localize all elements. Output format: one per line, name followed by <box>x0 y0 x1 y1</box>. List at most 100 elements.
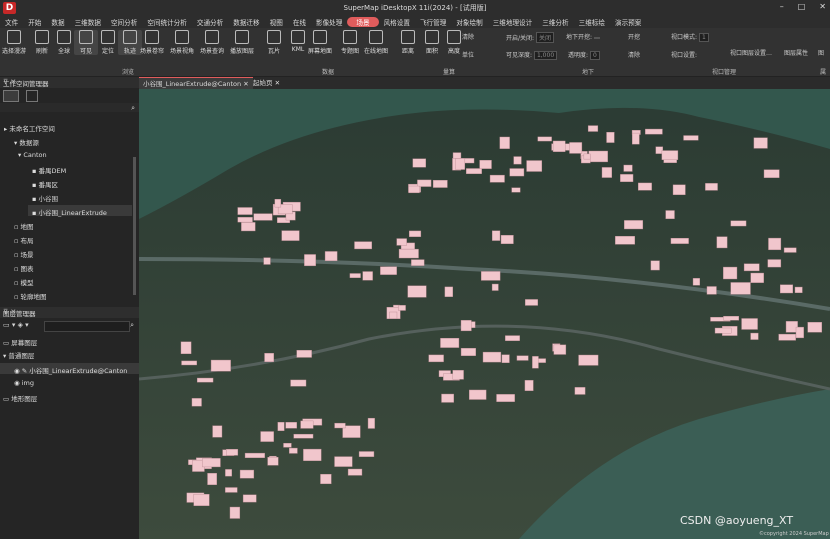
building <box>460 320 472 332</box>
menu-item-8[interactable]: 视图 <box>265 17 288 27</box>
menu-item-10[interactable]: 影像处理 <box>311 17 347 27</box>
menu-item-16[interactable]: 三维分析 <box>537 17 573 27</box>
layer-visibility-icon[interactable]: ▭ <box>3 395 11 403</box>
group-label-data: 数据 <box>322 69 335 76</box>
building <box>398 305 406 311</box>
menu-item-18[interactable]: 演示预案 <box>610 17 646 27</box>
menu-item-14[interactable]: 对象绘制 <box>451 17 487 27</box>
menu-item-1[interactable]: 开始 <box>23 17 46 27</box>
ribbon-button-12[interactable]: 屏幕地面 <box>308 30 332 55</box>
menu-item-17[interactable]: 三维标绘 <box>574 17 610 27</box>
ribbon-button-11[interactable]: KML <box>286 30 310 53</box>
workspace-node-12[interactable]: ▫ 轮廓地图 <box>14 291 46 301</box>
building <box>281 230 300 241</box>
transparency-input[interactable]: 0 <box>589 51 600 60</box>
ribbon-label-11: KML <box>291 46 305 53</box>
view-mode-select[interactable]: 1 <box>698 33 709 42</box>
menu-item-6[interactable]: 交通分析 <box>192 17 228 27</box>
workspace-view-icon[interactable] <box>3 90 19 102</box>
layer-node-0[interactable]: ▭ 屏幕图层 <box>3 337 37 347</box>
menu-item-5[interactable]: 空间统计分析 <box>142 17 192 27</box>
layer-control-button[interactable]: 图 <box>818 48 824 57</box>
on-off-select[interactable]: 关闭 <box>535 32 554 43</box>
workspace-node-4[interactable]: ▪ 番禺区 <box>32 179 58 189</box>
layer-node-4[interactable]: ▭ 地形图层 <box>3 393 37 403</box>
ribbon-button-3[interactable]: 可见 <box>74 30 98 55</box>
workspace-node-1[interactable]: ▾ 数据源 <box>14 137 39 147</box>
ribbon-button-7[interactable]: 场景视角 <box>170 30 194 55</box>
menu-item-2[interactable]: 数据 <box>46 17 69 27</box>
workspace-node-7[interactable]: ▫ 地图 <box>14 221 33 231</box>
excavate-button[interactable]: 开挖 <box>628 32 640 41</box>
view-layer-setting-button[interactable]: 视口图层设置… <box>730 48 772 57</box>
layer-search-input[interactable] <box>44 321 130 332</box>
menu-item-3[interactable]: 三维数据 <box>70 17 106 27</box>
layer-tools-icon[interactable]: ▭ ▾ ◈ ▾ <box>3 321 29 329</box>
visible-depth-input[interactable]: 1,000 <box>533 51 558 60</box>
ribbon-button-15[interactable]: 距离 <box>396 30 420 55</box>
search-icon[interactable]: ⌕ <box>131 104 135 113</box>
ribbon-button-13[interactable]: 专题图 <box>338 30 362 55</box>
building <box>499 136 510 149</box>
ribbon-button-6[interactable]: 场景卷帘 <box>140 30 164 55</box>
menu-item-9[interactable]: 在线 <box>288 17 311 27</box>
building <box>432 180 448 188</box>
ribbon-button-14[interactable]: 在线地图 <box>364 30 388 55</box>
ribbon-button-0[interactable]: 选择漫游 <box>2 30 26 55</box>
layer-properties-button[interactable]: 图层属性 <box>784 48 808 57</box>
ribbon-button-1[interactable]: 刷新 <box>30 30 54 55</box>
minimize-icon[interactable]: – <box>780 2 784 11</box>
menu-item-7[interactable]: 数据迁移 <box>228 17 264 27</box>
underground-select[interactable] <box>593 37 600 39</box>
workspace-node-3[interactable]: ▪ 番禺DEM <box>32 165 66 175</box>
pin-icon[interactable]: ⊽ ✕ <box>3 308 135 316</box>
ribbon-label-3: 可见 <box>79 48 92 55</box>
ribbon-button-5[interactable]: 轨迹 <box>118 30 142 55</box>
building <box>285 422 297 429</box>
workspace-node-11[interactable]: ▫ 模型 <box>14 277 33 287</box>
building <box>293 433 314 439</box>
layer-node-3[interactable]: ◉ img <box>14 379 34 387</box>
building <box>455 158 466 170</box>
tree-node-label: 图表 <box>20 265 34 273</box>
building <box>553 344 567 355</box>
close-icon[interactable]: ✕ <box>819 2 826 11</box>
workspace-node-5[interactable]: ▪ 小谷围 <box>32 193 58 203</box>
underground-label: 地下开挖: <box>566 34 593 41</box>
menu-item-13[interactable]: 飞行管理 <box>415 17 451 27</box>
tab-start-page[interactable]: 起始页 ✕ <box>249 77 284 89</box>
workspace-node-9[interactable]: ▫ 场景 <box>14 249 33 259</box>
pin-icon[interactable]: ⊽ ✕ <box>3 78 135 86</box>
ribbon-button-2[interactable]: 全球 <box>52 30 76 55</box>
workspace-node-2[interactable]: ▾ Canton <box>18 151 47 159</box>
scene-view[interactable]: ©copyright 2024 SuperMap <box>139 89 830 539</box>
layer-visibility-icon[interactable]: ▭ <box>3 339 11 347</box>
layer-node-1[interactable]: ▾ 普通图层 <box>3 350 34 360</box>
menu-item-4[interactable]: 空间分析 <box>106 17 142 27</box>
clear-excavate-button[interactable]: 清除 <box>628 50 640 59</box>
search-icon[interactable]: ⌕ <box>130 321 134 330</box>
ribbon-button-4[interactable]: 定位 <box>96 30 120 55</box>
workspace-node-0[interactable]: ▸ 未命名工作空间 <box>4 123 55 133</box>
menu-item-15[interactable]: 三维地理设计 <box>488 17 538 27</box>
ribbon-icon-7 <box>175 30 189 44</box>
database-icon[interactable] <box>26 90 38 102</box>
workspace-node-10[interactable]: ▫ 图表 <box>14 263 33 273</box>
menu-item-11[interactable]: 场景 <box>347 17 379 27</box>
menu-item-12[interactable]: 风格设置 <box>379 17 415 27</box>
building <box>552 140 566 152</box>
workspace-node-6[interactable]: ▪ 小谷围_LinearExtrude <box>32 207 107 217</box>
ribbon-button-10[interactable]: 瓦片 <box>262 30 286 55</box>
ribbon-button-9[interactable]: 播放图层 <box>230 30 254 55</box>
layer-visibility-icon[interactable]: ◉ <box>14 379 22 387</box>
workspace-scrollbar[interactable] <box>133 157 136 295</box>
ribbon-button-17[interactable]: 高度 <box>442 30 466 55</box>
ribbon-button-8[interactable]: 场景查询 <box>200 30 224 55</box>
maximize-icon[interactable]: □ <box>798 2 806 11</box>
menu-item-0[interactable]: 文件 <box>0 17 23 27</box>
workspace-node-8[interactable]: ▫ 布局 <box>14 235 33 245</box>
layer-visibility-icon[interactable]: ◉ ✎ <box>14 367 29 375</box>
building <box>303 448 322 461</box>
layer-node-2[interactable]: ◉ ✎ 小谷围_LinearExtrude@Canton <box>14 365 127 375</box>
ribbon-button-16[interactable]: 面积 <box>420 30 444 55</box>
